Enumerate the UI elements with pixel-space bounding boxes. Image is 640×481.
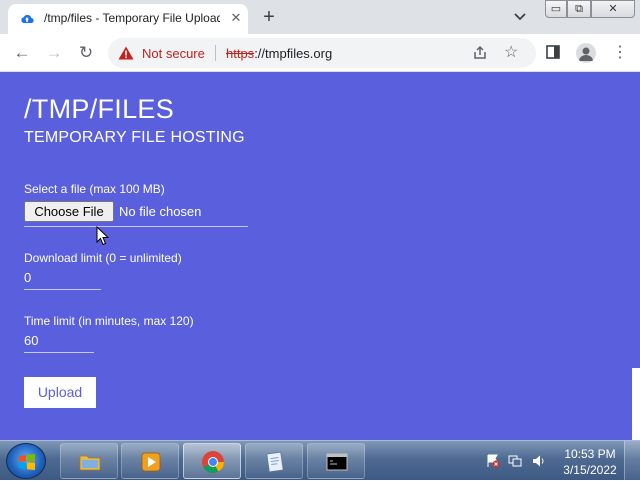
notepad-icon bbox=[266, 451, 284, 473]
bookmark-star-icon[interactable]: ☆ bbox=[504, 43, 518, 63]
file-label: Select a file (max 100 MB) bbox=[24, 182, 165, 196]
scrollbar-thumb[interactable] bbox=[632, 368, 640, 440]
clock-time[interactable]: 10:53 PM bbox=[562, 447, 618, 461]
tab-close-icon[interactable]: ✕ bbox=[228, 10, 244, 26]
file-status: No file chosen bbox=[119, 204, 202, 219]
address-bar[interactable]: Not secure https://tmpfiles.org ☆ bbox=[108, 38, 536, 68]
url-host: ://tmpfiles.org bbox=[254, 46, 333, 61]
mouse-cursor-icon bbox=[96, 226, 110, 246]
new-tab-button[interactable]: + bbox=[258, 6, 280, 28]
reload-button[interactable]: ↻ bbox=[76, 43, 96, 63]
download-limit-label: Download limit (0 = unlimited) bbox=[24, 251, 182, 265]
taskbar-command-prompt[interactable] bbox=[307, 443, 365, 479]
warning-icon[interactable] bbox=[118, 46, 134, 60]
cloud-upload-icon bbox=[21, 14, 34, 24]
page-content: /TMP/FILES TEMPORARY FILE HOSTING Select… bbox=[0, 72, 640, 440]
taskbar: 10:53 PM 3/15/2022 bbox=[0, 440, 640, 481]
taskbar-notepad[interactable] bbox=[245, 443, 303, 479]
time-limit-label: Time limit (in minutes, max 120) bbox=[24, 314, 194, 328]
url-text[interactable]: https://tmpfiles.org bbox=[226, 46, 332, 61]
maximize-button[interactable]: ⧉ bbox=[567, 0, 591, 18]
download-limit-input[interactable]: 0 bbox=[24, 268, 101, 290]
time-limit-input[interactable]: 60 bbox=[24, 331, 94, 353]
chevron-down-icon[interactable] bbox=[512, 8, 528, 24]
clock-date[interactable]: 3/15/2022 bbox=[562, 463, 618, 477]
minimize-button[interactable]: ▭ bbox=[545, 0, 567, 18]
browser-tab[interactable]: /tmp/files - Temporary File Upload ✕ bbox=[8, 4, 248, 34]
back-button[interactable]: ← bbox=[12, 43, 32, 63]
tab-title: /tmp/files - Temporary File Upload bbox=[44, 11, 220, 25]
action-center-flag-icon[interactable] bbox=[486, 454, 500, 468]
network-icon[interactable] bbox=[508, 454, 522, 468]
url-scheme: https bbox=[226, 46, 255, 61]
taskbar-file-explorer[interactable] bbox=[60, 443, 118, 479]
taskbar-media-player[interactable] bbox=[121, 443, 179, 479]
upload-button[interactable]: Upload bbox=[24, 377, 96, 408]
command-prompt-icon bbox=[326, 453, 348, 471]
start-button[interactable] bbox=[6, 443, 46, 479]
browser-toolbar: ← → ↻ Not secure https://tmpfiles.org ☆ … bbox=[0, 34, 640, 72]
side-panel-icon[interactable] bbox=[546, 45, 560, 59]
profile-avatar-icon[interactable] bbox=[576, 43, 596, 63]
file-input[interactable]: Choose File No file chosen bbox=[24, 200, 248, 227]
omnibox-divider bbox=[215, 45, 216, 61]
close-window-button[interactable]: ✕ bbox=[591, 0, 635, 18]
share-icon[interactable] bbox=[472, 45, 488, 61]
media-player-icon bbox=[141, 452, 161, 472]
security-status[interactable]: Not secure bbox=[142, 46, 205, 61]
choose-file-button[interactable]: Choose File bbox=[24, 201, 114, 222]
show-desktop-button[interactable] bbox=[624, 441, 640, 481]
browser-menu-icon[interactable]: ⋮ bbox=[612, 43, 628, 63]
taskbar-chrome[interactable] bbox=[183, 443, 241, 479]
forward-button[interactable]: → bbox=[44, 43, 64, 63]
tab-strip: /tmp/files - Temporary File Upload ✕ + ▭… bbox=[0, 0, 640, 34]
folder-icon bbox=[79, 455, 101, 471]
page-subtitle: TEMPORARY FILE HOSTING bbox=[24, 129, 245, 146]
chrome-icon bbox=[202, 451, 224, 473]
windows-logo-icon bbox=[19, 454, 35, 470]
page-title: /TMP/FILES bbox=[24, 94, 175, 124]
system-tray: 10:53 PM 3/15/2022 bbox=[478, 441, 640, 481]
scrollbar[interactable] bbox=[632, 72, 640, 440]
volume-icon[interactable] bbox=[532, 454, 546, 468]
